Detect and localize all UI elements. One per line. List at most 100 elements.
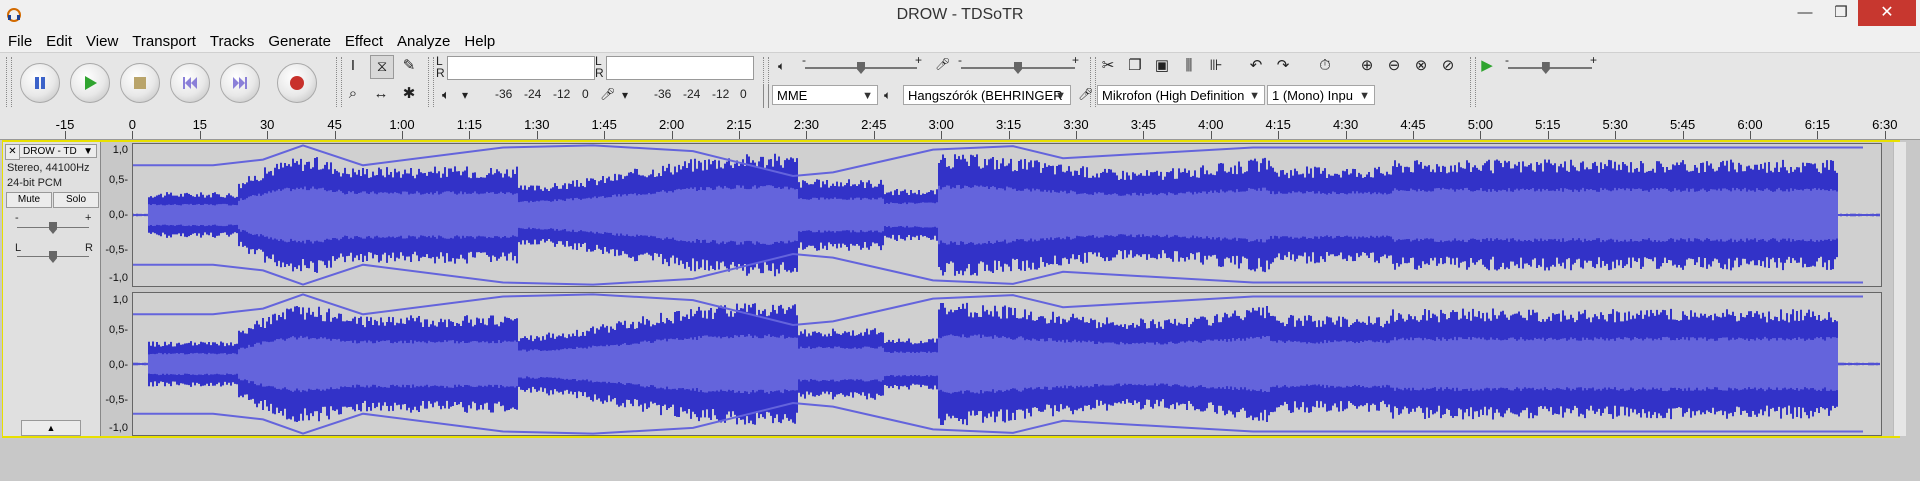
playback-meter[interactable] xyxy=(447,56,595,80)
close-window-button[interactable]: ✕ xyxy=(1858,0,1916,26)
ruler-tick-label: 2:00 xyxy=(658,117,685,132)
scale-label: -0,5- xyxy=(105,394,128,406)
fit-project-icon[interactable]: ⊘ xyxy=(1437,55,1459,77)
zoom-out-icon[interactable]: ⊖ xyxy=(1383,55,1405,77)
menu-tracks[interactable]: Tracks xyxy=(202,33,260,50)
envelope-tool-icon[interactable]: ⧖ xyxy=(370,55,394,79)
waveform-left-channel[interactable] xyxy=(132,143,1882,287)
ruler-tick-label: 1:45 xyxy=(591,117,617,132)
draw-tool-icon[interactable]: ✎ xyxy=(398,55,420,77)
silence-icon[interactable]: ⊪ xyxy=(1205,55,1227,77)
menu-view[interactable]: View xyxy=(78,33,124,50)
input-device-select[interactable]: Mikrofon (High Definition ▼ xyxy=(1097,85,1265,105)
ruler-tick-label: 4:45 xyxy=(1400,117,1426,132)
ruler-tick-mark xyxy=(1750,131,1751,139)
zoom-in-icon[interactable]: ⊕ xyxy=(1356,55,1378,77)
play-speed-slider[interactable] xyxy=(1508,67,1592,69)
output-device-select[interactable]: Hangszórók (BEHRINGER ▼ xyxy=(903,85,1071,105)
pause-button[interactable] xyxy=(20,63,60,103)
waveform-left-svg xyxy=(132,144,1880,286)
menu-help[interactable]: Help xyxy=(456,33,501,50)
playback-meter-menu-icon[interactable]: ▾ xyxy=(462,88,468,102)
trim-icon[interactable]: ⫼ xyxy=(1178,55,1200,77)
pan-slider-thumb[interactable] xyxy=(49,251,57,263)
solo-button[interactable]: Solo xyxy=(53,192,99,208)
record-button[interactable] xyxy=(277,63,317,103)
menu-generate[interactable]: Generate xyxy=(260,33,337,50)
menu-transport[interactable]: Transport xyxy=(124,33,202,50)
toolbar-grip[interactable] xyxy=(428,57,434,107)
timeline-ruler[interactable]: -15 0 15 30 45 1:00 1:15 1:30 1:45 2:00 2:15 2:30 2:… xyxy=(0,113,1920,140)
ruler-tick-label: 6:00 xyxy=(1737,117,1763,132)
undo-icon[interactable]: ↶ xyxy=(1245,55,1267,77)
output-volume-thumb[interactable] xyxy=(857,62,865,74)
chevron-down-icon: ▼ xyxy=(1055,90,1066,102)
stop-icon xyxy=(134,77,146,89)
vertical-scrollbar[interactable] xyxy=(1893,142,1906,436)
ruler-tick-label: 4:15 xyxy=(1265,117,1291,132)
waveform-right-channel[interactable] xyxy=(132,292,1882,436)
minimize-button[interactable]: — xyxy=(1790,0,1820,26)
selection-tool-icon[interactable]: I xyxy=(342,55,364,77)
scale-label: 0,0- xyxy=(109,209,128,221)
chevron-down-icon: ▼ xyxy=(1249,90,1260,102)
maximize-button[interactable]: ❒ xyxy=(1824,0,1858,26)
audio-host-select[interactable]: MME ▼ xyxy=(772,85,878,105)
play-speed-thumb[interactable] xyxy=(1541,62,1550,74)
ruler-tick-mark xyxy=(1615,131,1617,139)
track-name-menu[interactable]: DROW - TD ▼ xyxy=(19,144,97,158)
chevron-down-icon: ▼ xyxy=(862,90,873,102)
scale-label: 1,0 xyxy=(112,294,128,306)
mute-button[interactable]: Mute xyxy=(6,192,52,208)
ruler-tick-label: 5:30 xyxy=(1602,117,1628,132)
ruler-tick-label: 45 xyxy=(327,117,342,132)
audio-host-value: MME xyxy=(777,88,808,103)
ruler-tick-mark xyxy=(1210,131,1212,139)
gain-slider-thumb[interactable] xyxy=(49,222,57,234)
redo-icon[interactable]: ↷ xyxy=(1272,55,1294,77)
menu-bar: File Edit View Transport Tracks Generate Effec… xyxy=(0,30,1920,52)
collapse-track-button[interactable]: ▲ xyxy=(21,420,81,436)
zoom-tool-icon[interactable]: ⌕ xyxy=(342,83,364,105)
skip-to-end-button[interactable] xyxy=(220,63,260,103)
menu-edit[interactable]: Edit xyxy=(38,33,78,50)
recording-meter[interactable] xyxy=(606,56,754,80)
scale-label: -1,0 xyxy=(109,422,128,434)
copy-icon[interactable]: ❐ xyxy=(1124,55,1146,77)
ruler-tick-mark xyxy=(1413,131,1414,139)
timeshift-tool-icon[interactable]: ↔ xyxy=(370,83,392,105)
output-volume-plus: + xyxy=(915,53,923,67)
output-volume-minus: - xyxy=(802,53,806,67)
toolbar-grip[interactable] xyxy=(6,57,12,107)
sync-lock-icon[interactable]: ⏱ xyxy=(1314,55,1336,77)
ruler-tick-mark xyxy=(941,131,943,139)
paste-icon[interactable]: ▣ xyxy=(1151,55,1173,77)
toolbar-grip[interactable] xyxy=(763,84,769,108)
fit-selection-icon[interactable]: ⊗ xyxy=(1410,55,1432,77)
input-volume-thumb[interactable] xyxy=(1014,62,1022,74)
skip-to-start-button[interactable] xyxy=(170,63,210,103)
track-name: DROW - TD xyxy=(23,146,77,157)
menu-file[interactable]: File xyxy=(0,33,38,50)
track-bit-depth: 24-bit PCM xyxy=(7,177,63,189)
cut-icon[interactable]: ✂ xyxy=(1097,55,1119,77)
track-close-button[interactable]: ✕ xyxy=(5,144,20,160)
ruler-tick-mark xyxy=(671,131,673,139)
multi-tool-icon[interactable]: ✱ xyxy=(398,83,420,105)
input-channels-select[interactable]: 1 (Mono) Inpu ▼ xyxy=(1267,85,1375,105)
empty-track-area[interactable] xyxy=(0,440,1920,481)
ruler-tick-label: 4:00 xyxy=(1198,117,1224,132)
ruler-tick-mark xyxy=(536,131,538,139)
waveform-right-svg xyxy=(132,293,1880,435)
scale-label: 0,5- xyxy=(109,174,128,186)
menu-analyze[interactable]: Analyze xyxy=(389,33,456,50)
ruler-tick-label: 1:15 xyxy=(456,117,483,132)
ruler-tick-label: 5:00 xyxy=(1467,117,1494,132)
play-at-speed-icon[interactable]: ▶ xyxy=(1476,55,1498,77)
input-channels-value: 1 (Mono) Inpu xyxy=(1272,88,1353,103)
play-button[interactable] xyxy=(70,63,110,103)
scale-label: 0,0- xyxy=(109,359,128,371)
stop-button[interactable] xyxy=(120,63,160,103)
record-meter-menu-icon[interactable]: ▾ xyxy=(622,88,628,102)
menu-effect[interactable]: Effect xyxy=(337,33,389,50)
